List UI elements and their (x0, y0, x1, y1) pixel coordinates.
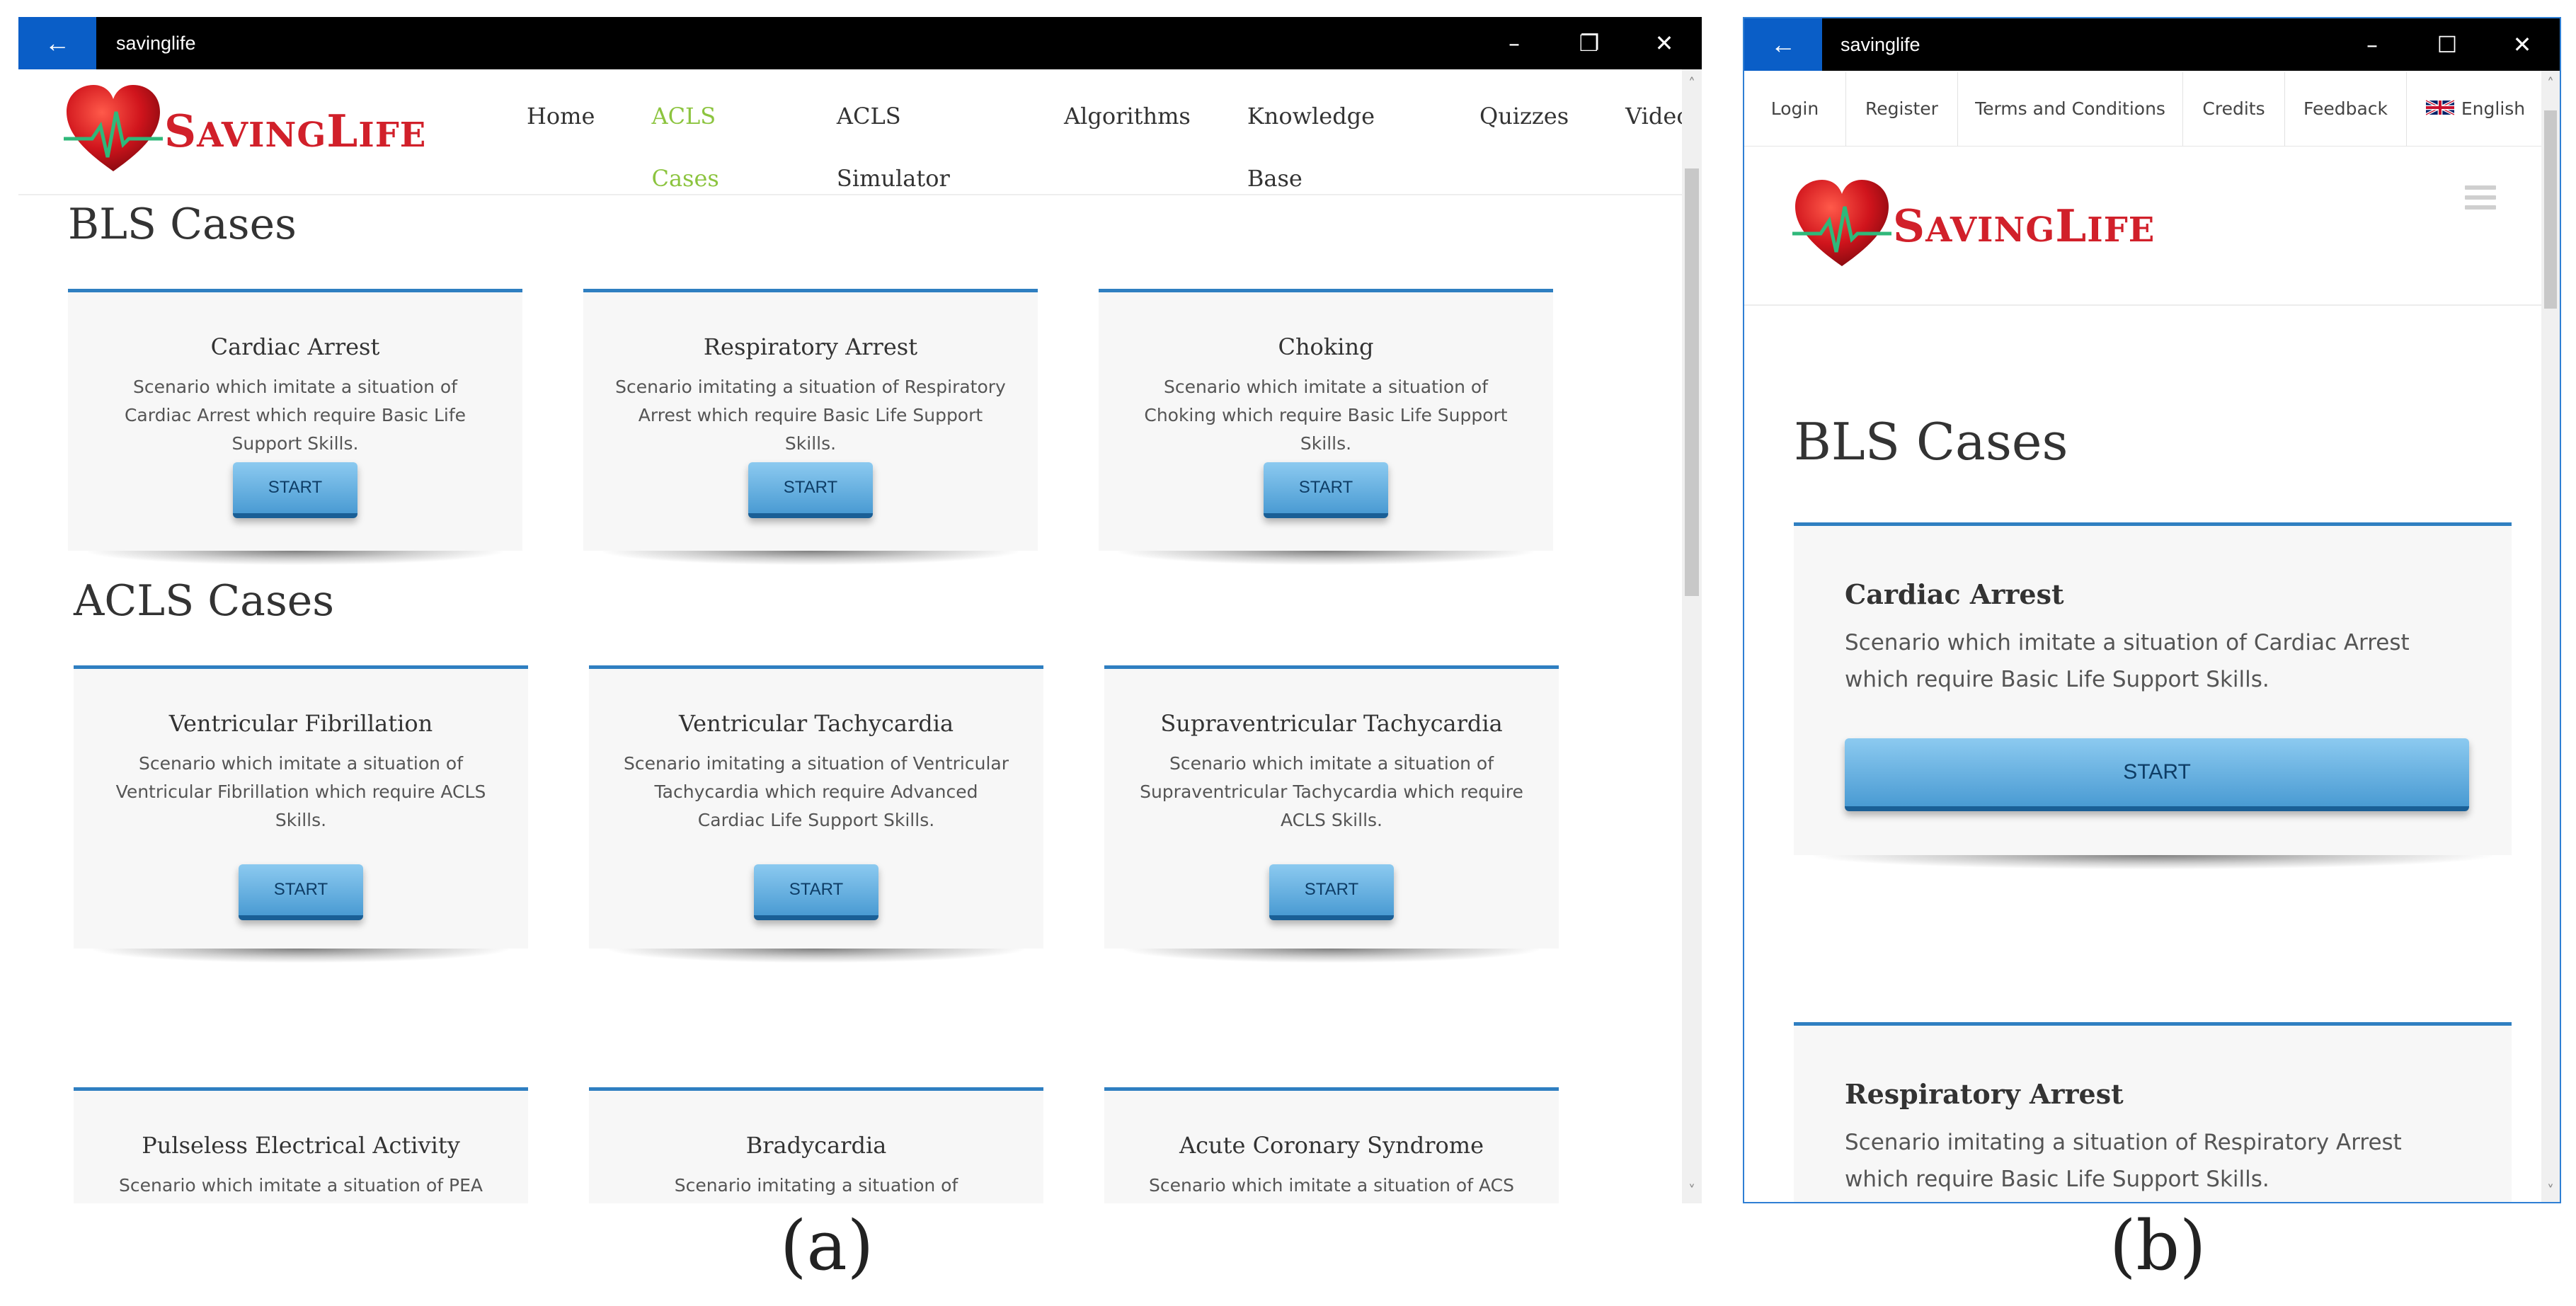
card-bradycardia: Bradycardia Scenario imitating a situati… (589, 1087, 1043, 1203)
scroll-thumb[interactable] (1685, 168, 1699, 596)
card-description: Scenario which imitate a situation of Ve… (115, 753, 486, 830)
card-title: Pulseless Electrical Activity (142, 1132, 460, 1159)
bls-cases-heading: BLS Cases (1794, 412, 2068, 471)
bls-cases-heading: BLS Cases (68, 200, 297, 249)
start-button[interactable]: START (239, 864, 363, 920)
nav-quizzes[interactable]: Quizzes (1479, 85, 1569, 210)
nav-credits[interactable]: Credits (2183, 72, 2285, 146)
card-description: Scenario which imitate a situation of PE… (119, 1175, 483, 1196)
card-description: Scenario which imitate a situation of Ca… (124, 377, 466, 454)
start-button[interactable]: START (1845, 738, 2469, 811)
card-title: Bradycardia (745, 1132, 887, 1159)
nav-acls-cases[interactable]: ACLS Cases (651, 85, 779, 210)
card-title: Ventricular Tachycardia (678, 710, 954, 737)
card-description: Scenario imitating a situation of Bradyc… (674, 1175, 958, 1196)
card-ventricular-tachycardia: Ventricular Tachycardia Scenario imitati… (589, 665, 1043, 963)
card-title: Respiratory Arrest (703, 333, 918, 360)
main-nav: Home ACLS Cases ACLS Simulator Algorithm… (527, 85, 1702, 210)
scroll-down-icon[interactable]: ˅ (2541, 1182, 2560, 1199)
start-button[interactable]: START (1264, 462, 1388, 518)
logo-text: SAVINGLIFE (164, 105, 427, 157)
nav-acls-simulator[interactable]: ACLS Simulator (837, 85, 1007, 210)
minimize-icon[interactable]: – (1477, 17, 1552, 69)
card-description: Scenario imitating a situation of Ventri… (623, 753, 1009, 830)
card-description: Scenario imitating a situation of Respir… (1845, 1130, 2402, 1192)
title-bar: ← savinglife – ☐ ✕ (1744, 18, 2560, 71)
vertical-scrollbar[interactable]: ˄ ˅ (1682, 69, 1702, 1203)
card-ventricular-fibrillation: Ventricular Fibrillation Scenario which … (74, 665, 528, 963)
card-choking: Choking Scenario which imitate a situati… (1099, 289, 1553, 565)
vertical-scrollbar[interactable]: ˄ ˅ (2541, 71, 2560, 1202)
language-selector[interactable]: English (2407, 72, 2544, 146)
card-description: Scenario imitating a situation of Respir… (615, 377, 1006, 454)
hamburger-menu-icon[interactable] (2465, 185, 2496, 215)
card-cardiac-arrest: Cardiac Arrest Scenario which imitate a … (68, 289, 522, 565)
window-title: savinglife (1841, 34, 1920, 55)
language-label: English (2461, 98, 2526, 119)
top-utility-nav: Login Register Terms and Conditions Cred… (1744, 72, 2544, 147)
scroll-down-icon[interactable]: ˅ (1682, 1182, 1702, 1199)
uk-flag-icon (2425, 99, 2454, 116)
card-description: Scenario which imitate a situation of Ch… (1144, 377, 1508, 454)
card-description: Scenario which imitate a situation of Su… (1140, 753, 1523, 830)
back-arrow-icon[interactable]: ← (18, 17, 96, 69)
card-acute-coronary-syndrome: Acute Coronary Syndrome Scenario which i… (1104, 1087, 1559, 1203)
nav-terms-and-conditions[interactable]: Terms and Conditions (1958, 72, 2183, 146)
card-title: Cardiac Arrest (1845, 578, 2064, 610)
card-respiratory-arrest: Respiratory Arrest Scenario imitating a … (583, 289, 1038, 565)
window-title: savinglife (116, 33, 196, 54)
nav-login[interactable]: Login (1744, 72, 1846, 146)
card-title: Supraventricular Tachycardia (1160, 710, 1503, 737)
card-title: Acute Coronary Syndrome (1179, 1132, 1484, 1159)
browser-window-a: ← savinglife – ❐ ✕ SAVINGLIFE Home ACLS … (18, 17, 1702, 1203)
header-divider (1744, 304, 2544, 306)
minimize-icon[interactable]: – (2335, 18, 2410, 71)
scroll-up-icon[interactable]: ˄ (1682, 75, 1702, 92)
card-description: Scenario which imitate a situation of Ca… (1845, 630, 2410, 692)
restore-icon[interactable]: ❐ (1552, 17, 1627, 69)
card-cardiac-arrest: Cardiac Arrest Scenario which imitate a … (1794, 522, 2512, 869)
nav-feedback[interactable]: Feedback (2285, 72, 2407, 146)
savinglife-logo[interactable]: SAVINGLIFE (1792, 178, 2155, 269)
savinglife-logo[interactable]: SAVINGLIFE (64, 84, 426, 174)
nav-register[interactable]: Register (1846, 72, 1958, 146)
nav-algorithms[interactable]: Algorithms (1064, 85, 1191, 210)
card-title: Respiratory Arrest (1845, 1078, 2124, 1110)
start-button[interactable]: START (754, 864, 878, 920)
start-button[interactable]: START (748, 462, 873, 518)
acls-cases-heading: ACLS Cases (74, 576, 335, 626)
heart-ecg-logo-icon (1792, 180, 1891, 266)
card-title: Choking (1278, 333, 1374, 360)
scroll-thumb[interactable] (2544, 110, 2557, 309)
nav-knowledge-base[interactable]: Knowledge Base (1247, 85, 1423, 210)
card-supraventricular-tachycardia: Supraventricular Tachycardia Scenario wh… (1104, 665, 1559, 963)
nav-home[interactable]: Home (527, 85, 595, 210)
card-pulseless-electrical-activity: Pulseless Electrical Activity Scenario w… (74, 1087, 528, 1203)
card-title: Ventricular Fibrillation (168, 710, 433, 737)
title-bar: ← savinglife – ❐ ✕ (18, 17, 1702, 69)
maximize-icon[interactable]: ☐ (2410, 18, 2485, 71)
logo-text: SAVINGLIFE (1893, 200, 2156, 252)
header-divider (18, 194, 1682, 195)
browser-window-b: ← savinglife – ☐ ✕ Login Register Terms … (1743, 17, 2561, 1203)
caption-b: (b) (2110, 1206, 2206, 1285)
caption-a: (a) (780, 1206, 874, 1285)
start-button[interactable]: START (1269, 864, 1394, 920)
back-arrow-icon[interactable]: ← (1744, 18, 1822, 71)
scroll-up-icon[interactable]: ˄ (2541, 75, 2560, 92)
card-respiratory-arrest: Respiratory Arrest Scenario imitating a … (1794, 1022, 2512, 1202)
start-button[interactable]: START (233, 462, 357, 518)
heart-ecg-logo-icon (64, 85, 163, 171)
card-description: Scenario which imitate a situation of AC… (1149, 1175, 1514, 1196)
close-icon[interactable]: ✕ (1627, 17, 1702, 69)
card-title: Cardiac Arrest (210, 333, 380, 360)
close-icon[interactable]: ✕ (2485, 18, 2560, 71)
